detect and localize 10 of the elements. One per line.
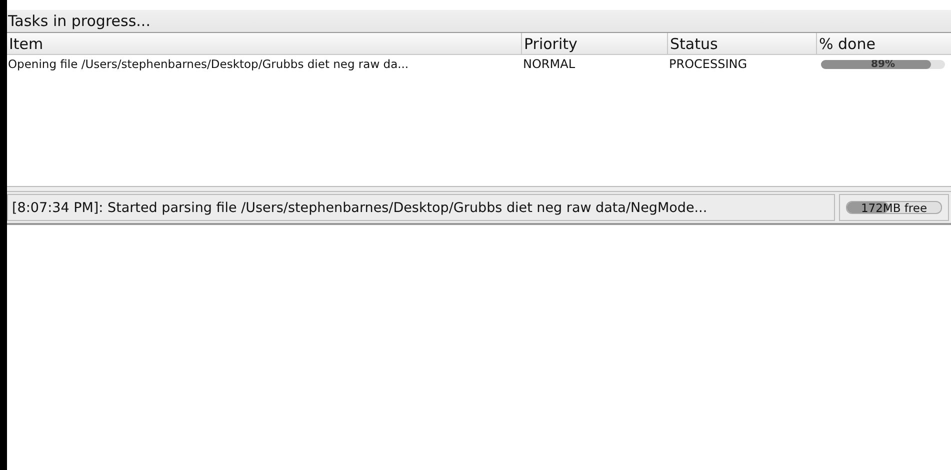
column-header[interactable]: Priority	[522, 33, 668, 54]
table-cell: Opening file /Users/stephenbarnes/Desktop/Grubbs diet neg raw da...	[8, 57, 409, 71]
column-header[interactable]: % done	[817, 33, 951, 54]
memory-meter: 172MB free	[846, 201, 942, 214]
table-cell: NORMAL	[523, 57, 576, 71]
column-header[interactable]: Status	[668, 33, 817, 54]
column-header[interactable]: Item	[7, 33, 522, 54]
status-message: [8:07:34 PM]: Started parsing file /Users/stephenbarnes/Desktop/Grubbs diet neg raw data/NegMode...	[7, 194, 835, 221]
panel-title: Tasks in progress...	[8, 12, 150, 30]
table-cell: PROCESSING	[669, 57, 748, 71]
